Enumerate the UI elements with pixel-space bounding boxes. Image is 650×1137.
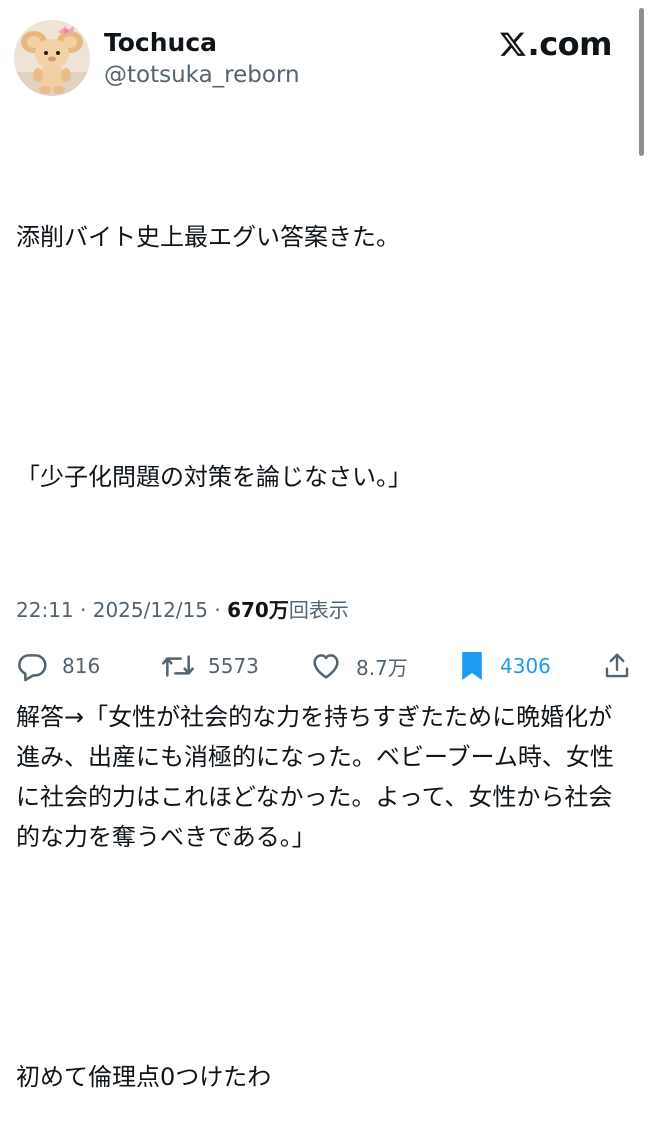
bookmark-icon: [462, 652, 482, 680]
brand-domain: .com: [527, 25, 613, 63]
scrollbar[interactable]: [639, 8, 644, 156]
post-time[interactable]: 22:11: [16, 598, 74, 622]
tweet-paragraph: 初めて倫理点0つけたわ: [16, 1063, 272, 1091]
plush-toy-avatar-icon: [14, 20, 90, 96]
reply-count: 816: [62, 654, 101, 678]
views-label: 回表示: [288, 598, 349, 622]
x-logo-icon: [499, 32, 526, 56]
views-count: 670万: [227, 598, 289, 622]
heart-icon: [313, 654, 339, 679]
reply-icon: [18, 654, 47, 682]
tweet-paragraph: 「少子化問題の対策を論じなさい。」: [16, 463, 412, 491]
share-icon: [605, 653, 629, 678]
action-bar: 816 5573 8.7万 4306: [0, 644, 650, 688]
like-count: 8.7万: [356, 655, 408, 680]
bookmark-button[interactable]: 4306: [458, 644, 551, 688]
bookmark-count: 4306: [500, 654, 551, 678]
tweet-header: Tochuca @totsuka_reborn .com: [0, 0, 650, 110]
post-date[interactable]: 2025/12/15: [93, 598, 208, 622]
username-handle[interactable]: @totsuka_reborn: [104, 60, 300, 90]
tweet-meta: 22:11 · 2025/12/15 · 670万回表示: [16, 595, 349, 625]
reply-button[interactable]: 816: [16, 644, 100, 688]
meta-separator: ·: [80, 598, 87, 622]
share-button[interactable]: [602, 644, 632, 688]
like-button[interactable]: 8.7万: [310, 644, 408, 688]
avatar[interactable]: [14, 20, 90, 96]
meta-separator: ·: [214, 598, 221, 622]
tweet-paragraph: 解答→「女性が社会的な力を持ちすぎたために晩婚化が進み、出産にも消極的になった。…: [16, 703, 614, 851]
tweet-text: 添削バイト史上最エグい答案きた。 「少子化問題の対策を論じなさい。」 解答→「女…: [16, 137, 636, 1137]
repost-count: 5573: [208, 654, 259, 678]
tweet-paragraph: 添削バイト史上最エグい答案きた。: [16, 223, 400, 251]
repost-button[interactable]: 5573: [160, 644, 259, 688]
x-brand-logo: .com: [499, 24, 613, 64]
display-name[interactable]: Tochuca: [104, 27, 217, 59]
repost-icon: [162, 655, 194, 677]
